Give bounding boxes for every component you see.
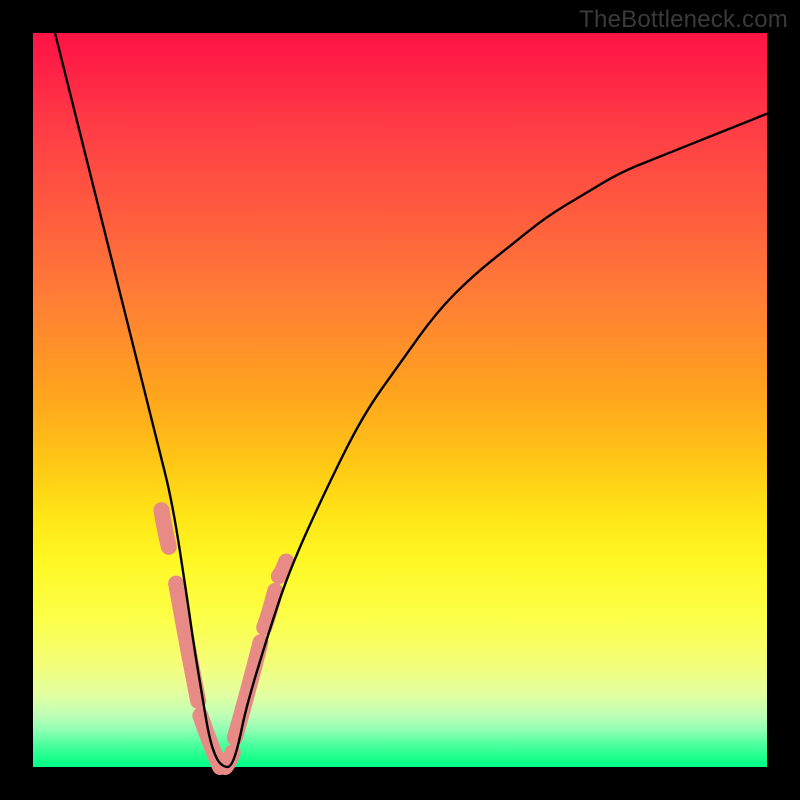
bottleneck-curve (55, 33, 767, 767)
plot-area (33, 33, 767, 767)
chart-frame: TheBottleneck.com (0, 0, 800, 800)
chart-svg (33, 33, 767, 767)
marker-segment (279, 561, 286, 576)
marker-segment (264, 591, 275, 628)
marker-segment (161, 510, 168, 547)
marker-segment (235, 642, 261, 737)
watermark-text: TheBottleneck.com (579, 6, 788, 34)
